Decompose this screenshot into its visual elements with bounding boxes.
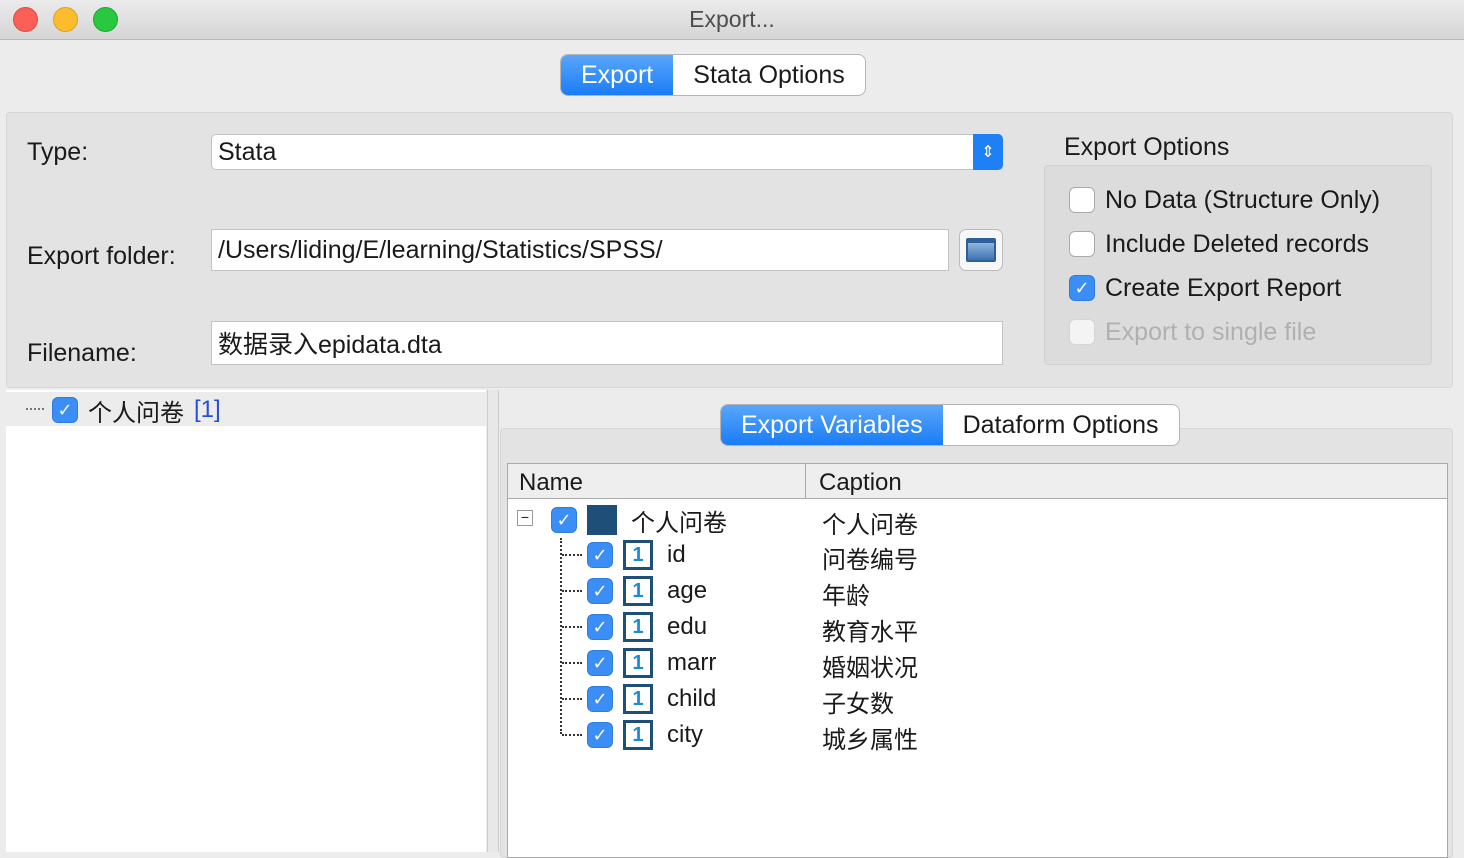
tab-dataform-options[interactable]: Dataform Options bbox=[943, 405, 1179, 445]
numeric-variable-icon: 1 bbox=[623, 540, 653, 570]
checkbox-checked[interactable]: ✓ bbox=[52, 397, 78, 423]
option-label: Create Export Report bbox=[1105, 273, 1342, 302]
table-row[interactable]: ✓ 1 marr bbox=[587, 645, 716, 681]
export-folder-input[interactable]: /Users/liding/E/learning/Statistics/SPSS… bbox=[211, 229, 949, 271]
column-header-name[interactable]: Name bbox=[519, 469, 583, 497]
option-no-data[interactable]: No Data (Structure Only) bbox=[1069, 178, 1431, 222]
tab-stata-options[interactable]: Stata Options bbox=[673, 55, 864, 95]
row-caption: 年龄 bbox=[822, 583, 870, 610]
checkbox-checked[interactable]: ✓ bbox=[587, 722, 613, 748]
checkbox-checked[interactable]: ✓ bbox=[1069, 275, 1095, 301]
type-select[interactable]: Stata ⇕ bbox=[211, 134, 1003, 170]
title-bar: Export... bbox=[0, 0, 1464, 40]
table-row[interactable]: ✓ 1 age bbox=[587, 573, 707, 609]
row-name: child bbox=[667, 685, 717, 712]
dataform-icon bbox=[587, 505, 617, 535]
option-single-file: Export to single file bbox=[1069, 310, 1431, 354]
numeric-variable-icon: 1 bbox=[623, 612, 653, 642]
checkbox[interactable] bbox=[1069, 187, 1095, 213]
tab-export-variables[interactable]: Export Variables bbox=[721, 405, 943, 445]
folder-icon bbox=[966, 238, 996, 262]
table-row[interactable]: ✓ 1 edu bbox=[587, 609, 707, 645]
export-options-group: No Data (Structure Only) Include Deleted… bbox=[1044, 165, 1432, 365]
table-row[interactable]: ✓ 1 child bbox=[587, 681, 716, 717]
option-label: Include Deleted records bbox=[1105, 229, 1370, 258]
numeric-variable-icon: 1 bbox=[623, 684, 653, 714]
type-label: Type: bbox=[27, 138, 89, 166]
checkbox[interactable] bbox=[1069, 231, 1095, 257]
row-name: city bbox=[667, 721, 703, 748]
table-header: Name Caption bbox=[508, 464, 1447, 499]
checkbox-checked[interactable]: ✓ bbox=[551, 507, 577, 533]
numeric-variable-icon: 1 bbox=[623, 576, 653, 606]
numeric-variable-icon: 1 bbox=[623, 648, 653, 678]
inner-tabs: Export Variables Dataform Options bbox=[720, 404, 1180, 446]
table-row[interactable]: ✓ 1 id bbox=[587, 537, 686, 573]
filename-label: Filename: bbox=[27, 339, 137, 367]
tree-item-dataform[interactable]: ✓ 个人问卷 [1] bbox=[52, 392, 221, 428]
row-name: marr bbox=[667, 649, 717, 676]
option-label: Export to single file bbox=[1105, 317, 1317, 346]
table-row-root[interactable]: ✓ 个人问卷 bbox=[551, 502, 727, 538]
checkbox-checked[interactable]: ✓ bbox=[587, 542, 613, 568]
browse-folder-button[interactable] bbox=[959, 229, 1003, 271]
row-caption: 子女数 bbox=[822, 691, 894, 718]
collapse-toggle-icon[interactable]: − bbox=[517, 510, 533, 526]
column-header-caption[interactable]: Caption bbox=[819, 469, 902, 497]
checkbox-checked[interactable]: ✓ bbox=[587, 614, 613, 640]
checkbox-checked[interactable]: ✓ bbox=[587, 686, 613, 712]
tab-export[interactable]: Export bbox=[561, 55, 674, 95]
dataform-tree: ✓ 个人问卷 [1] bbox=[6, 390, 486, 852]
table-row[interactable]: ✓ 1 city bbox=[587, 717, 703, 753]
option-create-report[interactable]: ✓ Create Export Report bbox=[1069, 266, 1431, 310]
row-name: edu bbox=[667, 613, 708, 640]
split-pane-divider[interactable] bbox=[487, 390, 499, 852]
row-caption: 城乡属性 bbox=[822, 727, 918, 754]
checkbox-checked[interactable]: ✓ bbox=[587, 578, 613, 604]
type-select-value: Stata bbox=[218, 137, 277, 166]
numeric-variable-icon: 1 bbox=[623, 720, 653, 750]
main-tabs: Export Stata Options bbox=[560, 54, 866, 96]
window-title: Export... bbox=[689, 6, 775, 32]
option-label: No Data (Structure Only) bbox=[1105, 185, 1381, 214]
export-options-title: Export Options bbox=[1064, 133, 1230, 161]
row-name: age bbox=[667, 577, 708, 604]
tree-item-label: 个人问卷 bbox=[88, 399, 184, 427]
checkbox-disabled bbox=[1069, 319, 1095, 345]
row-caption: 个人问卷 bbox=[822, 512, 918, 539]
row-name: id bbox=[667, 541, 686, 568]
row-name: 个人问卷 bbox=[631, 509, 727, 537]
tree-item-count: [1] bbox=[194, 396, 221, 423]
export-folder-label: Export folder: bbox=[27, 242, 176, 270]
option-include-deleted[interactable]: Include Deleted records bbox=[1069, 222, 1431, 266]
row-caption: 婚姻状况 bbox=[822, 655, 918, 682]
checkbox-checked[interactable]: ✓ bbox=[587, 650, 613, 676]
row-caption: 问卷编号 bbox=[822, 547, 918, 574]
row-caption: 教育水平 bbox=[822, 619, 918, 646]
chevron-updown-icon: ⇕ bbox=[973, 134, 1003, 170]
filename-input[interactable]: 数据录入epidata.dta bbox=[211, 321, 1003, 365]
